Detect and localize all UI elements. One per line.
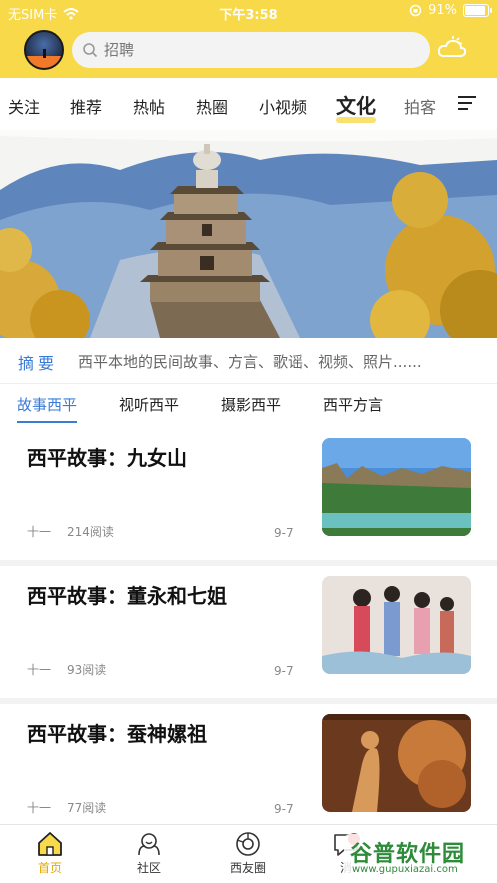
battery-fill — [465, 6, 485, 15]
article-reads: 77阅读 — [67, 801, 107, 815]
nav-community-label: 社区 — [136, 861, 161, 875]
article-reads: 214阅读 — [67, 525, 114, 539]
article-date: 9-7 — [274, 802, 294, 816]
article-date: 9-7 — [274, 664, 294, 678]
orientation-lock-icon — [409, 4, 422, 17]
search-input[interactable] — [104, 41, 404, 59]
top-header: 无SIM卡 下午3:58 91% — [0, 0, 497, 78]
battery-percent: 91% — [428, 3, 457, 18]
sub-tabs: 故事西平 视听西平 摄影西平 西平方言 — [0, 386, 497, 426]
culture-banner[interactable] — [0, 130, 497, 338]
tab-hot-circles[interactable]: 热圈 — [196, 94, 228, 118]
article-thumbnail — [322, 714, 471, 812]
article-title: 西平故事：董永和七姐 — [27, 584, 227, 608]
subtab-audio-visual[interactable]: 视听西平 — [119, 394, 179, 415]
nav-community[interactable]: 社区 — [119, 831, 179, 876]
search-icon — [83, 43, 98, 58]
article-item[interactable]: 西平故事：九女山 十一 214阅读 9-7 — [0, 428, 497, 566]
article-item[interactable]: 西平故事：董永和七姐 十一 93阅读 9-7 — [0, 566, 497, 704]
community-icon — [138, 833, 160, 856]
pagoda-image — [0, 130, 497, 338]
article-author: 十一 — [27, 663, 52, 677]
menu-icon[interactable] — [458, 96, 476, 112]
avatar[interactable] — [24, 30, 64, 70]
article-author: 十一 — [27, 525, 52, 539]
article-reads: 93阅读 — [67, 663, 107, 677]
article-item[interactable]: 西平故事：蚕神嫘祖 十一 77阅读 9-7 — [0, 704, 497, 842]
tab-follow[interactable]: 关注 — [8, 94, 40, 118]
nav-friends-circle[interactable]: 西友圈 — [218, 831, 278, 876]
tab-culture[interactable]: 文化 — [336, 90, 376, 123]
article-thumbnail — [322, 438, 471, 536]
nav-home-label: 首页 — [37, 861, 62, 875]
tab-short-video[interactable]: 小视频 — [259, 94, 307, 118]
tab-photographer[interactable]: 拍客 — [404, 94, 436, 118]
summary-bar: 摘要 西平本地的民间故事、方言、歌谣、视频、照片...... — [0, 340, 497, 384]
search-bar[interactable] — [72, 32, 430, 68]
friends-circle-icon — [236, 832, 260, 856]
status-bar: 无SIM卡 下午3:58 91% — [0, 0, 497, 24]
article-thumbnail — [322, 576, 471, 674]
article-date: 9-7 — [274, 526, 294, 540]
tab-recommend[interactable]: 推荐 — [70, 94, 102, 118]
battery-icon — [463, 4, 492, 17]
article-title: 西平故事：九女山 — [27, 446, 187, 470]
subtab-stories[interactable]: 故事西平 — [17, 394, 78, 423]
weather-icon[interactable] — [436, 34, 468, 64]
summary-text[interactable]: 西平本地的民间故事、方言、歌谣、视频、照片...... — [78, 351, 468, 372]
article-author: 十一 — [27, 801, 52, 815]
subtab-dialect[interactable]: 西平方言 — [323, 394, 383, 415]
tab-hot-posts[interactable]: 热帖 — [133, 94, 165, 118]
summary-label: 摘要 — [18, 353, 59, 373]
nav-friends-circle-label: 西友圈 — [229, 861, 266, 875]
nav-home[interactable]: 首页 — [20, 831, 80, 876]
article-title: 西平故事：蚕神嫘祖 — [27, 722, 207, 746]
home-icon — [38, 832, 62, 856]
subtab-photography[interactable]: 摄影西平 — [221, 394, 281, 415]
channel-tabs: 关注 推荐 热帖 热圈 小视频 文化 拍客 — [0, 78, 497, 130]
watermark-url: www.gupuxiazai.com — [352, 864, 458, 875]
watermark-logo: 谷普软件园 www.gupuxiazai.com — [344, 834, 494, 880]
